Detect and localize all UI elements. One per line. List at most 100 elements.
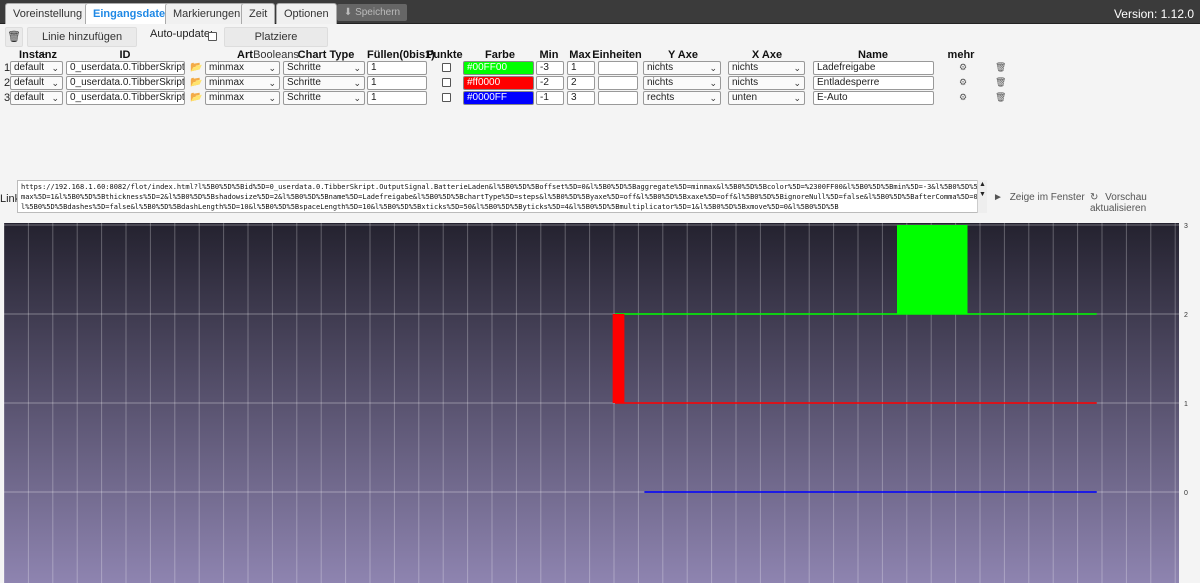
color-input[interactable]: #ff0000 — [463, 76, 534, 90]
version-label: Version: 1.12.0 — [1113, 7, 1194, 21]
units-input[interactable] — [598, 91, 638, 105]
chart-type-value: Schritte — [287, 77, 321, 88]
min-input[interactable]: -3 — [536, 61, 564, 75]
color-input[interactable]: #0000FF — [463, 91, 534, 105]
tab-zeit[interactable]: Zeit — [241, 3, 276, 24]
delete-all-button[interactable]: 🗑 — [5, 27, 23, 47]
trash-icon[interactable]: 🗑 — [995, 92, 1006, 103]
name-input[interactable]: Entladesperre — [813, 76, 934, 90]
chevron-down-icon: ⌄ — [268, 78, 276, 88]
color-input[interactable]: #00FF00 — [463, 61, 534, 75]
y-tick-label: 2 — [1184, 312, 1188, 319]
instance-value: default — [14, 77, 45, 88]
aggregate-select[interactable]: minmax ⌄ — [205, 76, 280, 90]
header-units: Einheiten — [592, 49, 642, 61]
name-input[interactable]: Ladefreigabe — [813, 61, 934, 75]
header-chart-type: Chart Type — [297, 49, 355, 61]
y-tick-label: 1 — [1184, 401, 1188, 408]
save-button[interactable]: ⬇ Speichern — [337, 4, 407, 21]
instance-select[interactable]: default ⌄ — [10, 91, 63, 105]
series-1-fill-block — [612, 314, 625, 403]
x-axis-select[interactable]: unten ⌄ — [728, 91, 805, 105]
tab-markierungen[interactable]: Markierungen — [165, 3, 249, 24]
add-line-label: Linie hinzufügen — [42, 31, 123, 43]
chevron-down-icon: ⌄ — [353, 78, 361, 88]
id-input[interactable]: 0_userdata.0.TibberSkript.Outp — [66, 76, 185, 90]
fill-input[interactable]: 1 — [367, 76, 427, 90]
show-in-window-label: Zeige im Fenster — [1009, 192, 1085, 203]
y-tick-label: 0 — [1184, 490, 1188, 497]
x-axis-select[interactable]: nichts ⌄ — [728, 76, 805, 90]
header-x-axis: X Axe — [751, 49, 783, 61]
y-axis-select[interactable]: nichts ⌄ — [643, 76, 721, 90]
fill-input[interactable]: 1 — [367, 61, 427, 75]
refresh-preview-label: Vorschau aktualisieren — [1090, 192, 1147, 214]
trash-icon[interactable]: 🗑 — [995, 77, 1006, 88]
trash-icon: 🗑 — [7, 31, 21, 43]
settings-icon[interactable]: ⚙ — [959, 77, 967, 88]
y-tick-label: 3 — [1184, 223, 1188, 230]
show-in-window-button[interactable]: ► Zeige im Fenster — [993, 192, 1085, 203]
refresh-icon: ↻ — [1090, 192, 1099, 203]
chart-type-value: Schritte — [287, 62, 321, 73]
points-checkbox[interactable] — [442, 63, 451, 72]
y-axis-ticks: 3 2 1 0 — [1184, 223, 1188, 497]
refresh-preview-button[interactable]: ↻ Vorschau aktualisieren — [1090, 192, 1200, 214]
chevron-down-icon: ⌄ — [793, 63, 801, 73]
link-textarea[interactable]: https://192.168.1.60:8082/flot/index.htm… — [17, 180, 987, 213]
auto-update-checkbox[interactable] — [208, 32, 217, 41]
points-checkbox[interactable] — [442, 78, 451, 87]
aggregate-value: minmax — [209, 92, 245, 103]
folder-icon[interactable]: 📂 — [190, 62, 202, 73]
chart-type-select[interactable]: Schritte ⌄ — [283, 76, 365, 90]
header-more: mehr — [947, 49, 975, 61]
settings-icon[interactable]: ⚙ — [959, 92, 967, 103]
chevron-down-icon: ⌄ — [353, 63, 361, 73]
aggregate-select[interactable]: minmax ⌄ — [205, 91, 280, 105]
x-axis-select[interactable]: nichts ⌄ — [728, 61, 805, 75]
units-input[interactable] — [598, 61, 638, 75]
instance-select[interactable]: default ⌄ — [10, 61, 63, 75]
max-input[interactable]: 1 — [567, 61, 595, 75]
settings-icon[interactable]: ⚙ — [959, 62, 967, 73]
chevron-down-icon: ⌄ — [709, 78, 717, 88]
aggregate-select[interactable]: minmax ⌄ — [205, 61, 280, 75]
link-scrollbar[interactable]: ▲ ▼ — [977, 180, 987, 213]
chart-preview: 3 2 1 0 — [3, 223, 1188, 583]
y-axis-value: rechts — [647, 92, 675, 103]
fill-input[interactable]: 1 — [367, 91, 427, 105]
trash-icon[interactable]: 🗑 — [995, 62, 1006, 73]
name-input[interactable]: E-Auto — [813, 91, 934, 105]
max-input[interactable]: 3 — [567, 91, 595, 105]
chart-type-select[interactable]: Schritte ⌄ — [283, 91, 365, 105]
points-checkbox[interactable] — [442, 93, 451, 102]
table-row: 2 default ⌄ 0_userdata.0.TibberSkript.Out… — [0, 76, 1010, 91]
add-line-button[interactable]: Linie hinzufügen + — [27, 27, 137, 61]
x-axis-value: nichts — [732, 77, 759, 88]
tab-voreinstellung[interactable]: Voreinstellung — [5, 3, 91, 24]
instance-value: default — [14, 92, 45, 103]
instance-select[interactable]: default ⌄ — [10, 76, 63, 90]
aggregate-value: minmax — [209, 62, 245, 73]
id-input[interactable]: 0_userdata.0.TibberSkript.Outp — [66, 61, 185, 75]
place-booleans-button[interactable]: Platziere Booleans — [224, 27, 328, 61]
header-instanz: Instanz — [19, 49, 57, 61]
folder-icon[interactable]: 📂 — [190, 92, 202, 103]
toolbar: 🗑 Linie hinzufügen + Auto-update: Platzi… — [0, 24, 1200, 61]
header-id: ID — [119, 49, 131, 61]
table-row: 3 default ⌄ 0_userdata.0.TibberSkript.Out… — [0, 91, 1010, 106]
tab-optionen[interactable]: Optionen — [276, 3, 337, 24]
min-input[interactable]: -1 — [536, 91, 564, 105]
min-input[interactable]: -2 — [536, 76, 564, 90]
chart-type-select[interactable]: Schritte ⌄ — [283, 61, 365, 75]
y-axis-select[interactable]: nichts ⌄ — [643, 61, 721, 75]
y-axis-select[interactable]: rechts ⌄ — [643, 91, 721, 105]
folder-icon[interactable]: 📂 — [190, 77, 202, 88]
units-input[interactable] — [598, 76, 638, 90]
id-input[interactable]: 0_userdata.0.TibberSkript.Outp — [66, 91, 185, 105]
table-row: 1 default ⌄ 0_userdata.0.TibberSkript.Out… — [0, 61, 1010, 76]
max-input[interactable]: 2 — [567, 76, 595, 90]
chevron-down-icon: ⌄ — [51, 63, 59, 73]
save-label: Speichern — [355, 7, 401, 18]
instance-value: default — [14, 62, 45, 73]
